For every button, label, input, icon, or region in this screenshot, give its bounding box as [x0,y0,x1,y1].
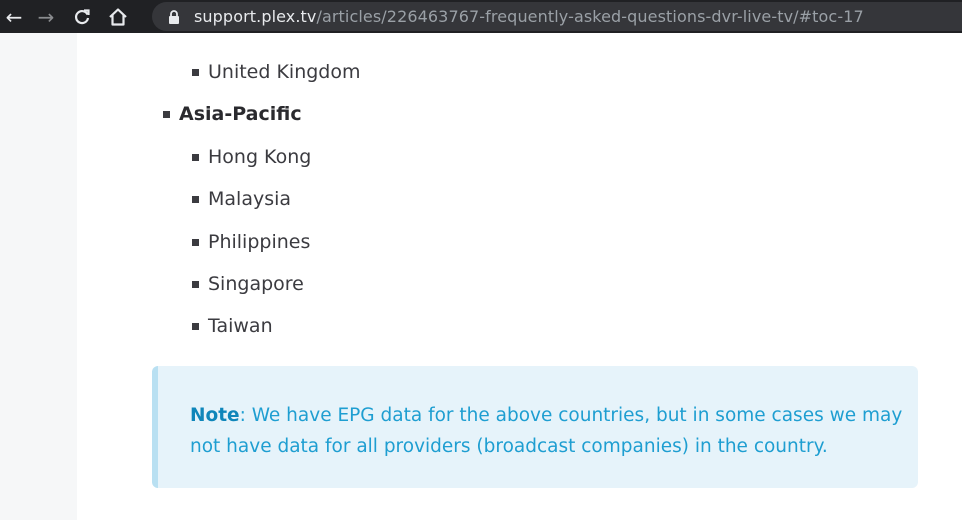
country-philippines: Philippines [208,231,311,253]
back-button[interactable]: ← [0,0,28,33]
list-item: Hong Kong [192,146,311,168]
url-path: /articles/226463767-frequently-asked-que… [316,7,864,26]
bullet-icon [192,238,199,246]
list-item: Taiwan [192,315,273,337]
address-bar[interactable]: support.plex.tv/articles/226463767-frequ… [152,2,962,31]
back-arrow-icon: ← [5,4,23,29]
list-item: United Kingdom [192,61,361,83]
note-label: Note [190,405,240,426]
forward-arrow-icon: → [37,4,55,29]
reload-icon [74,8,90,24]
note-text: Note: We have EPG data for the above cou… [190,400,910,462]
country-hong-kong: Hong Kong [208,146,312,168]
article-content: United Kingdom Asia-Pacific Hong Kong Ma… [77,33,962,520]
home-button[interactable] [100,0,136,33]
country-singapore: Singapore [208,273,304,295]
region-label: Asia-Pacific [179,103,302,125]
url-text[interactable]: support.plex.tv/articles/226463767-frequ… [194,7,864,26]
country-united-kingdom: United Kingdom [208,61,361,83]
reload-button[interactable] [64,0,100,33]
list-item: Singapore [192,273,304,295]
note-callout: Note: We have EPG data for the above cou… [152,366,918,488]
country-taiwan: Taiwan [208,315,273,337]
note-body: : We have EPG data for the above countri… [190,405,903,457]
country-malaysia: Malaysia [208,188,292,210]
browser-toolbar: ← → support.plex.tv/articles/226463767-f… [0,0,962,33]
bullet-icon [192,280,199,288]
left-gutter [0,33,77,520]
bullet-icon [163,110,170,118]
forward-button[interactable]: → [28,0,64,33]
bullet-icon [192,153,199,161]
home-icon [109,7,127,26]
url-host: support.plex.tv [194,7,317,26]
list-item: Malaysia [192,188,291,210]
bullet-icon [192,322,199,330]
list-item: Philippines [192,231,310,253]
bullet-icon [192,68,199,76]
lock-icon [168,9,180,24]
bullet-icon [192,195,199,203]
region-asia-pacific: Asia-Pacific [163,103,302,125]
